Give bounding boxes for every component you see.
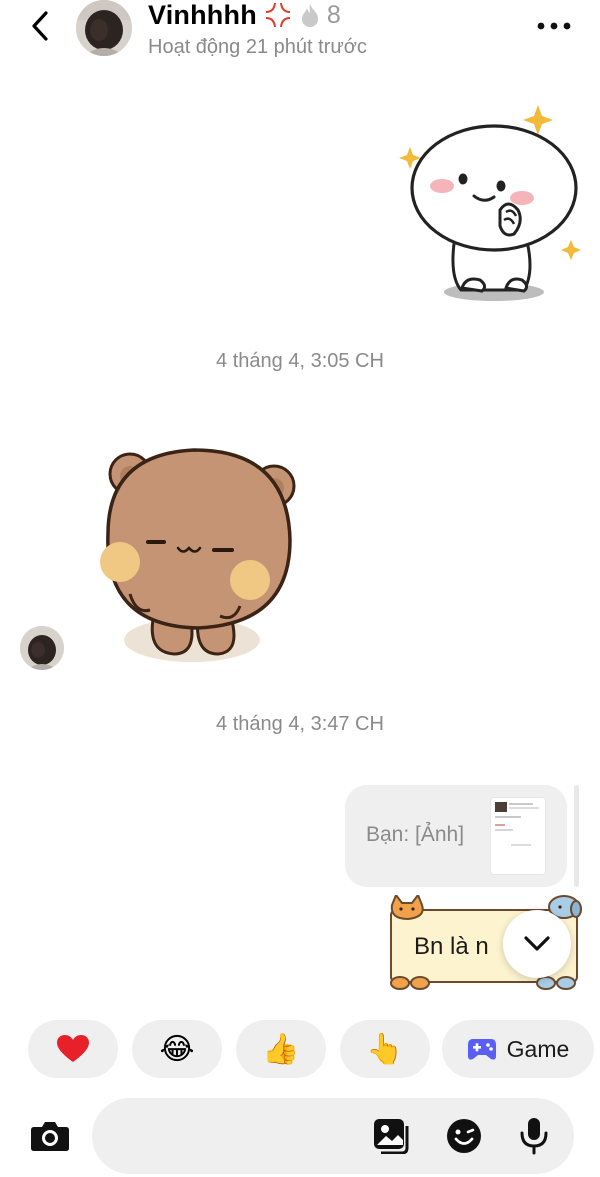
sender-avatar[interactable] <box>20 626 64 670</box>
contact-avatar[interactable] <box>76 0 132 56</box>
flame-icon <box>301 4 318 27</box>
contact-name: Vinhhhh <box>148 0 257 30</box>
gallery-icon <box>374 1119 409 1154</box>
game-label: Game <box>506 1035 570 1062</box>
active-status: Hoạt động 21 phút trước <box>148 36 367 58</box>
quick-reaction-point[interactable]: 👆 <box>340 1020 430 1078</box>
laughing-tears-emoji: 😂 <box>159 1032 195 1066</box>
reply-preview[interactable]: Bạn: [Ảnh] <box>345 785 567 887</box>
game-button[interactable]: Game <box>442 1020 594 1078</box>
reply-image-thumbnail <box>490 797 546 875</box>
timestamp-1: 4 tháng 4, 3:05 CH <box>216 350 384 372</box>
streak-count: 8 <box>326 0 341 29</box>
thumbs-up-emoji: 👍 <box>262 1032 300 1066</box>
sticker-smiley-icon <box>447 1119 481 1153</box>
quick-reaction-laugh[interactable]: 😂 <box>132 1020 222 1078</box>
quick-reaction-heart[interactable] <box>28 1020 118 1078</box>
voice-message-button[interactable] <box>514 1116 554 1156</box>
microphone-icon <box>520 1118 548 1155</box>
scroll-to-bottom-button[interactable] <box>503 910 571 978</box>
camera-icon <box>31 1122 69 1151</box>
message-composer <box>92 1098 574 1174</box>
timestamp-2: 4 tháng 4, 3:47 CH <box>216 713 384 735</box>
game-controller-icon <box>467 1039 496 1060</box>
quick-reactions-bar: 😂 👍 👆 Game <box>0 1020 600 1078</box>
contact-name-row[interactable]: Vinhhhh 8 <box>148 0 341 30</box>
back-chevron-icon <box>32 11 48 41</box>
anger-symbol-icon <box>265 3 290 27</box>
sticker-button[interactable] <box>444 1116 484 1156</box>
reply-preview-text: Bạn: [Ảnh] <box>366 823 465 846</box>
sticker-brown-bear[interactable] <box>90 444 300 664</box>
gallery-button[interactable] <box>372 1116 412 1156</box>
more-options-button[interactable] <box>534 14 574 38</box>
chat-header: Vinhhhh 8 Hoạt động 21 phút trước <box>0 0 600 70</box>
quick-reaction-thumbs-up[interactable]: 👍 <box>236 1020 326 1078</box>
camera-button[interactable] <box>28 1114 72 1158</box>
chevron-down-icon <box>524 936 550 951</box>
more-dots-icon <box>537 22 571 30</box>
red-heart-icon <box>57 1035 89 1062</box>
reply-indicator-bar <box>574 785 579 887</box>
pointing-hand-emoji: 👆 <box>366 1032 404 1066</box>
back-button[interactable] <box>22 8 58 44</box>
message-input[interactable] <box>114 1118 364 1154</box>
sticker-white-blob[interactable] <box>396 100 586 310</box>
